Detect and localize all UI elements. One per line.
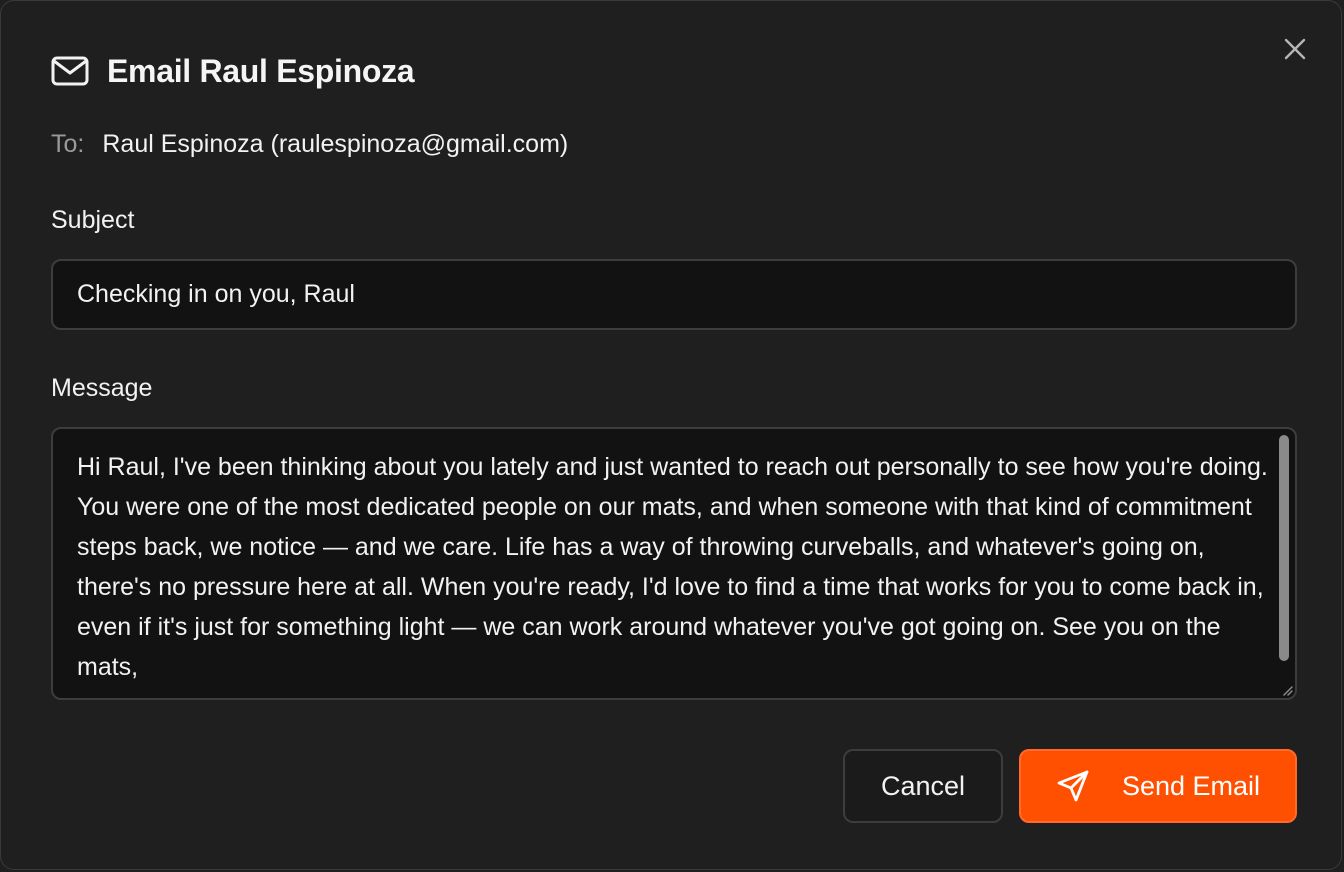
message-text: Hi Raul, I've been thinking about you la… (77, 453, 1268, 681)
send-email-label: Send Email (1121, 770, 1261, 801)
cancel-button[interactable]: Cancel (843, 749, 1003, 823)
message-textarea[interactable]: Hi Raul, I've been thinking about you la… (51, 427, 1297, 700)
close-button[interactable] (1281, 35, 1309, 63)
recipient-label: To: (51, 129, 85, 158)
send-email-button[interactable]: Send Email (1019, 749, 1297, 823)
message-label: Message (51, 374, 153, 402)
dialog-title: Email Raul Espinoza (107, 52, 415, 89)
send-icon (1056, 769, 1090, 803)
close-icon (1284, 38, 1306, 60)
recipient-row: To: Raul Espinoza (raulespinoza@gmail.co… (51, 127, 568, 161)
subject-label: Subject (51, 206, 135, 234)
message-scrollbar[interactable] (1279, 435, 1289, 661)
email-dialog: Email Raul Espinoza To: Raul Espinoza (r… (0, 0, 1342, 870)
resize-handle-icon[interactable] (1279, 682, 1293, 696)
recipient-value: Raul Espinoza (raulespinoza@gmail.com) (102, 129, 569, 158)
subject-input[interactable] (51, 259, 1297, 330)
mail-icon (51, 54, 89, 88)
cancel-button-label: Cancel (880, 770, 966, 801)
dialog-header: Email Raul Espinoza (51, 49, 415, 93)
